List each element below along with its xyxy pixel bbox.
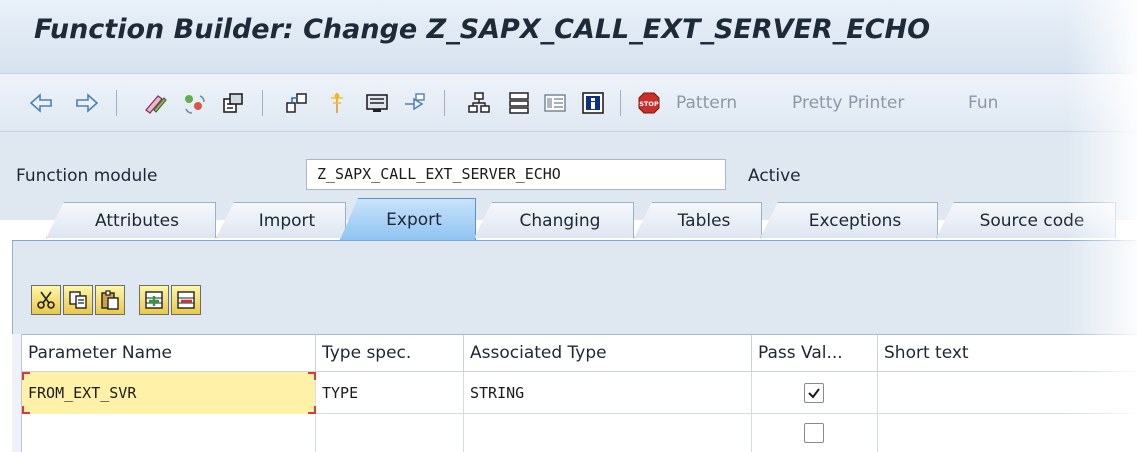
toolbar-separator xyxy=(620,90,621,116)
status-text: Active xyxy=(748,166,801,186)
tab-strip: Attributes Import Export Changing Tables… xyxy=(0,196,1137,240)
parameter-name-cell[interactable]: FROM_EXT_SVR xyxy=(22,372,316,414)
tab-export[interactable]: Export xyxy=(340,198,476,240)
pass-value-cell xyxy=(752,372,878,414)
pattern-button[interactable]: Pattern xyxy=(676,93,737,113)
tab-source-code[interactable]: Source code xyxy=(936,202,1116,238)
function-module-field[interactable]: Z_SAPX_CALL_EXT_SERVER_ECHO xyxy=(306,159,726,190)
pass-value-checkbox[interactable] xyxy=(804,423,824,443)
delete-row-icon[interactable] xyxy=(171,285,201,315)
tab-changing[interactable]: Changing xyxy=(474,202,634,238)
title-bar: Function Builder: Change Z_SAPX_CALL_EXT… xyxy=(0,0,1137,74)
window-title: Function Builder: Change Z_SAPX_CALL_EXT… xyxy=(34,14,931,45)
copy-icon[interactable] xyxy=(63,285,93,315)
more-toolbar-button[interactable]: Fun xyxy=(968,93,998,113)
short-text-cell[interactable] xyxy=(878,372,1137,414)
column-header-associated-type[interactable]: Associated Type xyxy=(464,335,752,373)
associated-type-cell[interactable] xyxy=(464,414,752,452)
tab-import[interactable]: Import xyxy=(216,202,346,238)
focus-corner xyxy=(22,372,30,380)
focus-corner xyxy=(308,372,316,380)
column-header-type-spec[interactable]: Type spec. xyxy=(316,335,464,373)
function-module-label: Function module xyxy=(16,166,158,186)
table-row xyxy=(22,414,1137,452)
toolbar-separator xyxy=(444,90,445,116)
back-icon[interactable] xyxy=(26,88,56,118)
pass-value-checkbox[interactable] xyxy=(804,383,824,403)
paste-icon[interactable] xyxy=(95,285,125,315)
object-list-icon[interactable] xyxy=(504,88,534,118)
tab-exceptions[interactable]: Exceptions xyxy=(760,202,938,238)
edit-icon[interactable] xyxy=(140,88,170,118)
insert-row-icon[interactable] xyxy=(139,285,169,315)
tab-tables[interactable]: Tables xyxy=(634,202,762,238)
toolbar-separator xyxy=(116,90,117,116)
svg-text:STOP: STOP xyxy=(639,100,659,108)
table-header: Parameter Name Type spec. Associated Typ… xyxy=(22,334,1137,373)
tab-attributes[interactable]: Attributes xyxy=(46,202,216,238)
toolbar-separator xyxy=(262,90,263,116)
short-text-cell[interactable] xyxy=(878,414,1137,452)
application-toolbar: STOP Pattern Pretty Printer Fun xyxy=(0,74,1137,132)
type-spec-cell[interactable] xyxy=(316,414,464,452)
table-row: FROM_EXT_SVR TYPE STRING xyxy=(22,372,1137,414)
forward-icon[interactable] xyxy=(72,88,102,118)
test-icon[interactable] xyxy=(540,88,570,118)
grid-toolbar xyxy=(31,285,201,317)
pretty-printer-button[interactable]: Pretty Printer xyxy=(792,93,904,113)
information-icon[interactable] xyxy=(578,88,608,118)
enhance-icon[interactable] xyxy=(400,88,430,118)
activate-icon[interactable] xyxy=(178,88,208,118)
focus-corner xyxy=(22,406,30,414)
associated-type-cell[interactable]: STRING xyxy=(464,372,752,414)
focus-corner xyxy=(308,406,316,414)
where-used-icon[interactable] xyxy=(282,88,312,118)
column-header-parameter-name[interactable]: Parameter Name xyxy=(22,335,316,373)
cut-icon[interactable] xyxy=(31,285,61,315)
display-object-list-icon[interactable] xyxy=(218,88,248,118)
stop-icon[interactable]: STOP xyxy=(634,88,664,118)
column-header-pass-value[interactable]: Pass Val... xyxy=(752,335,878,373)
pass-value-cell xyxy=(752,414,878,452)
type-spec-cell[interactable]: TYPE xyxy=(316,372,464,414)
navigate-icon[interactable] xyxy=(322,88,352,118)
sap-function-builder-window: Function Builder: Change Z_SAPX_CALL_EXT… xyxy=(0,0,1137,452)
column-header-short-text[interactable]: Short text xyxy=(878,335,1137,373)
parameter-name-cell[interactable] xyxy=(22,414,316,452)
row-selector-column xyxy=(12,334,22,452)
hierarchy-icon[interactable] xyxy=(464,88,494,118)
save-icon[interactable] xyxy=(362,88,392,118)
